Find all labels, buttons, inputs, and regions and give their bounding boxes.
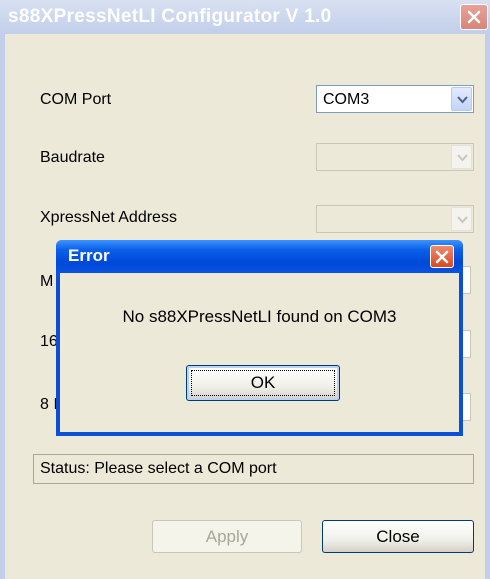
xpressnet-address-select[interactable] bbox=[316, 205, 474, 233]
window-border-right bbox=[485, 34, 490, 579]
status-bar: Status: Please select a COM port bbox=[33, 454, 474, 484]
ok-button[interactable]: OK bbox=[186, 365, 340, 401]
main-titlebar[interactable]: s88XPressNetLI Configurator V 1.0 bbox=[0, 0, 490, 34]
status-text: Status: Please select a COM port bbox=[40, 460, 277, 477]
row4-label: M bbox=[40, 273, 54, 290]
com-port-select[interactable]: COM3 bbox=[316, 85, 474, 113]
error-dialog-titlebar[interactable]: Error bbox=[56, 240, 463, 273]
apply-button[interactable]: Apply bbox=[152, 520, 302, 553]
baudrate-select[interactable] bbox=[316, 143, 474, 171]
com-port-label: COM Port bbox=[40, 91, 112, 108]
row4-field[interactable] bbox=[463, 266, 471, 294]
main-window-title: s88XPressNetLI Configurator V 1.0 bbox=[8, 6, 332, 27]
error-dialog-title: Error bbox=[68, 246, 110, 265]
row5-field[interactable] bbox=[463, 330, 471, 358]
chevron-down-icon bbox=[457, 216, 468, 224]
com-port-value: COM3 bbox=[323, 91, 370, 108]
xpressnet-address-label: XpressNet Address bbox=[40, 209, 177, 226]
focus-rectangle bbox=[191, 370, 335, 396]
main-close-button[interactable] bbox=[460, 4, 488, 30]
chevron-down-icon bbox=[457, 154, 468, 162]
error-dialog: Error No s88XPressNetLI found on COM3 OK bbox=[56, 240, 463, 436]
baudrate-dropdown-button[interactable] bbox=[451, 145, 472, 169]
baudrate-label: Baudrate bbox=[40, 149, 105, 166]
row6-field[interactable] bbox=[463, 393, 471, 421]
chevron-down-icon bbox=[457, 96, 468, 104]
close-icon bbox=[467, 10, 481, 24]
error-message: No s88XPressNetLI found on COM3 bbox=[122, 307, 397, 326]
com-port-dropdown-button[interactable] bbox=[451, 87, 472, 111]
close-button[interactable]: Close bbox=[322, 520, 474, 553]
xpressnet-address-dropdown-button[interactable] bbox=[451, 207, 472, 231]
close-icon bbox=[435, 250, 449, 264]
error-dialog-body: No s88XPressNetLI found on COM3 OK bbox=[60, 273, 459, 432]
error-dialog-close-button[interactable] bbox=[430, 245, 454, 268]
